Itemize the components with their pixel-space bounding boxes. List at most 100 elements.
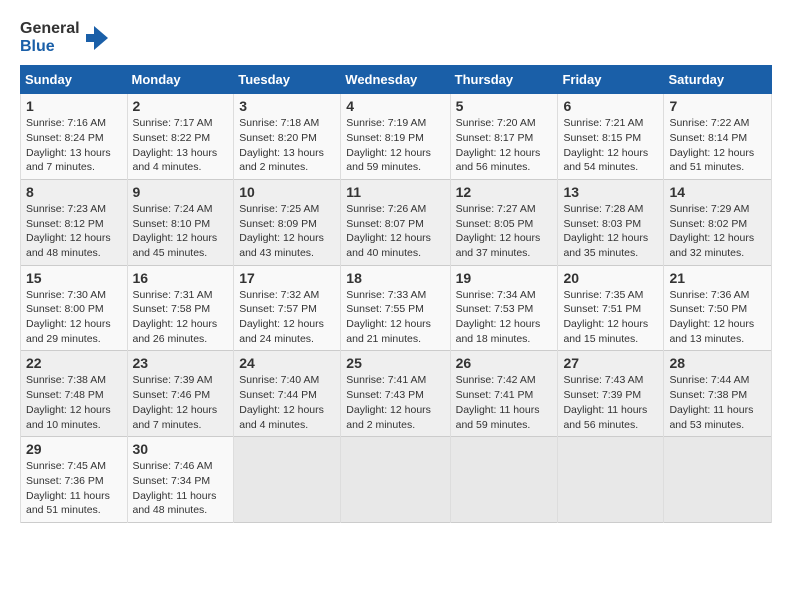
weekday-header-saturday: Saturday xyxy=(664,66,772,94)
day-number: 17 xyxy=(239,270,335,286)
calendar-cell: 18 Sunrise: 7:33 AM Sunset: 7:55 PM Dayl… xyxy=(341,265,450,351)
calendar-cell: 3 Sunrise: 7:18 AM Sunset: 8:20 PM Dayli… xyxy=(234,94,341,180)
weekday-header-tuesday: Tuesday xyxy=(234,66,341,94)
week-row-4: 22 Sunrise: 7:38 AM Sunset: 7:48 PM Dayl… xyxy=(21,351,772,437)
day-detail: Sunrise: 7:17 AM Sunset: 8:22 PM Dayligh… xyxy=(133,116,229,175)
logo-container: General Blue xyxy=(20,20,80,55)
week-row-3: 15 Sunrise: 7:30 AM Sunset: 8:00 PM Dayl… xyxy=(21,265,772,351)
day-number: 29 xyxy=(26,441,122,457)
day-number: 9 xyxy=(133,184,229,200)
day-number: 11 xyxy=(346,184,444,200)
calendar-cell: 11 Sunrise: 7:26 AM Sunset: 8:07 PM Dayl… xyxy=(341,179,450,265)
day-detail: Sunrise: 7:22 AM Sunset: 8:14 PM Dayligh… xyxy=(669,116,766,175)
day-detail: Sunrise: 7:35 AM Sunset: 7:51 PM Dayligh… xyxy=(563,288,658,347)
day-detail: Sunrise: 7:43 AM Sunset: 7:39 PM Dayligh… xyxy=(563,373,658,432)
calendar-cell: 7 Sunrise: 7:22 AM Sunset: 8:14 PM Dayli… xyxy=(664,94,772,180)
day-detail: Sunrise: 7:24 AM Sunset: 8:10 PM Dayligh… xyxy=(133,202,229,261)
weekday-header-row: SundayMondayTuesdayWednesdayThursdayFrid… xyxy=(21,66,772,94)
day-detail: Sunrise: 7:46 AM Sunset: 7:34 PM Dayligh… xyxy=(133,459,229,518)
calendar-cell: 14 Sunrise: 7:29 AM Sunset: 8:02 PM Dayl… xyxy=(664,179,772,265)
logo-arrow-icon xyxy=(84,24,112,52)
day-number: 5 xyxy=(456,98,553,114)
day-number: 18 xyxy=(346,270,444,286)
day-number: 26 xyxy=(456,355,553,371)
day-detail: Sunrise: 7:23 AM Sunset: 8:12 PM Dayligh… xyxy=(26,202,122,261)
calendar-cell: 16 Sunrise: 7:31 AM Sunset: 7:58 PM Dayl… xyxy=(127,265,234,351)
calendar-cell: 10 Sunrise: 7:25 AM Sunset: 8:09 PM Dayl… xyxy=(234,179,341,265)
day-number: 6 xyxy=(563,98,658,114)
weekday-header-thursday: Thursday xyxy=(450,66,558,94)
calendar-cell: 26 Sunrise: 7:42 AM Sunset: 7:41 PM Dayl… xyxy=(450,351,558,437)
week-row-2: 8 Sunrise: 7:23 AM Sunset: 8:12 PM Dayli… xyxy=(21,179,772,265)
day-number: 13 xyxy=(563,184,658,200)
day-number: 24 xyxy=(239,355,335,371)
day-detail: Sunrise: 7:30 AM Sunset: 8:00 PM Dayligh… xyxy=(26,288,122,347)
calendar-cell: 4 Sunrise: 7:19 AM Sunset: 8:19 PM Dayli… xyxy=(341,94,450,180)
day-number: 28 xyxy=(669,355,766,371)
logo-blue: Blue xyxy=(20,38,80,56)
calendar-cell: 29 Sunrise: 7:45 AM Sunset: 7:36 PM Dayl… xyxy=(21,437,128,523)
calendar-cell: 25 Sunrise: 7:41 AM Sunset: 7:43 PM Dayl… xyxy=(341,351,450,437)
calendar-cell: 2 Sunrise: 7:17 AM Sunset: 8:22 PM Dayli… xyxy=(127,94,234,180)
page-header: General Blue xyxy=(20,20,772,55)
calendar-cell: 1 Sunrise: 7:16 AM Sunset: 8:24 PM Dayli… xyxy=(21,94,128,180)
calendar-cell: 21 Sunrise: 7:36 AM Sunset: 7:50 PM Dayl… xyxy=(664,265,772,351)
day-number: 27 xyxy=(563,355,658,371)
day-detail: Sunrise: 7:18 AM Sunset: 8:20 PM Dayligh… xyxy=(239,116,335,175)
day-number: 3 xyxy=(239,98,335,114)
weekday-header-monday: Monday xyxy=(127,66,234,94)
calendar-cell: 15 Sunrise: 7:30 AM Sunset: 8:00 PM Dayl… xyxy=(21,265,128,351)
day-number: 4 xyxy=(346,98,444,114)
day-detail: Sunrise: 7:36 AM Sunset: 7:50 PM Dayligh… xyxy=(669,288,766,347)
day-detail: Sunrise: 7:41 AM Sunset: 7:43 PM Dayligh… xyxy=(346,373,444,432)
day-number: 20 xyxy=(563,270,658,286)
calendar-table: SundayMondayTuesdayWednesdayThursdayFrid… xyxy=(20,65,772,523)
day-detail: Sunrise: 7:21 AM Sunset: 8:15 PM Dayligh… xyxy=(563,116,658,175)
weekday-header-friday: Friday xyxy=(558,66,664,94)
logo: General Blue xyxy=(20,20,112,55)
calendar-cell: 23 Sunrise: 7:39 AM Sunset: 7:46 PM Dayl… xyxy=(127,351,234,437)
calendar-cell xyxy=(234,437,341,523)
day-detail: Sunrise: 7:25 AM Sunset: 8:09 PM Dayligh… xyxy=(239,202,335,261)
day-detail: Sunrise: 7:16 AM Sunset: 8:24 PM Dayligh… xyxy=(26,116,122,175)
day-detail: Sunrise: 7:32 AM Sunset: 7:57 PM Dayligh… xyxy=(239,288,335,347)
day-number: 10 xyxy=(239,184,335,200)
day-number: 2 xyxy=(133,98,229,114)
week-row-1: 1 Sunrise: 7:16 AM Sunset: 8:24 PM Dayli… xyxy=(21,94,772,180)
day-number: 19 xyxy=(456,270,553,286)
calendar-cell: 22 Sunrise: 7:38 AM Sunset: 7:48 PM Dayl… xyxy=(21,351,128,437)
day-detail: Sunrise: 7:34 AM Sunset: 7:53 PM Dayligh… xyxy=(456,288,553,347)
day-detail: Sunrise: 7:38 AM Sunset: 7:48 PM Dayligh… xyxy=(26,373,122,432)
day-number: 25 xyxy=(346,355,444,371)
day-detail: Sunrise: 7:33 AM Sunset: 7:55 PM Dayligh… xyxy=(346,288,444,347)
day-number: 21 xyxy=(669,270,766,286)
day-number: 15 xyxy=(26,270,122,286)
day-detail: Sunrise: 7:28 AM Sunset: 8:03 PM Dayligh… xyxy=(563,202,658,261)
week-row-5: 29 Sunrise: 7:45 AM Sunset: 7:36 PM Dayl… xyxy=(21,437,772,523)
calendar-cell: 24 Sunrise: 7:40 AM Sunset: 7:44 PM Dayl… xyxy=(234,351,341,437)
day-number: 8 xyxy=(26,184,122,200)
calendar-cell xyxy=(558,437,664,523)
day-number: 16 xyxy=(133,270,229,286)
calendar-cell: 17 Sunrise: 7:32 AM Sunset: 7:57 PM Dayl… xyxy=(234,265,341,351)
day-number: 22 xyxy=(26,355,122,371)
calendar-cell: 5 Sunrise: 7:20 AM Sunset: 8:17 PM Dayli… xyxy=(450,94,558,180)
day-number: 14 xyxy=(669,184,766,200)
calendar-cell: 19 Sunrise: 7:34 AM Sunset: 7:53 PM Dayl… xyxy=(450,265,558,351)
day-detail: Sunrise: 7:26 AM Sunset: 8:07 PM Dayligh… xyxy=(346,202,444,261)
calendar-cell: 27 Sunrise: 7:43 AM Sunset: 7:39 PM Dayl… xyxy=(558,351,664,437)
day-number: 23 xyxy=(133,355,229,371)
calendar-cell: 20 Sunrise: 7:35 AM Sunset: 7:51 PM Dayl… xyxy=(558,265,664,351)
calendar-cell: 28 Sunrise: 7:44 AM Sunset: 7:38 PM Dayl… xyxy=(664,351,772,437)
day-detail: Sunrise: 7:39 AM Sunset: 7:46 PM Dayligh… xyxy=(133,373,229,432)
day-detail: Sunrise: 7:40 AM Sunset: 7:44 PM Dayligh… xyxy=(239,373,335,432)
calendar-cell: 13 Sunrise: 7:28 AM Sunset: 8:03 PM Dayl… xyxy=(558,179,664,265)
calendar-cell: 9 Sunrise: 7:24 AM Sunset: 8:10 PM Dayli… xyxy=(127,179,234,265)
calendar-cell: 30 Sunrise: 7:46 AM Sunset: 7:34 PM Dayl… xyxy=(127,437,234,523)
day-detail: Sunrise: 7:44 AM Sunset: 7:38 PM Dayligh… xyxy=(669,373,766,432)
day-detail: Sunrise: 7:29 AM Sunset: 8:02 PM Dayligh… xyxy=(669,202,766,261)
day-number: 7 xyxy=(669,98,766,114)
day-number: 30 xyxy=(133,441,229,457)
day-detail: Sunrise: 7:19 AM Sunset: 8:19 PM Dayligh… xyxy=(346,116,444,175)
weekday-header-wednesday: Wednesday xyxy=(341,66,450,94)
